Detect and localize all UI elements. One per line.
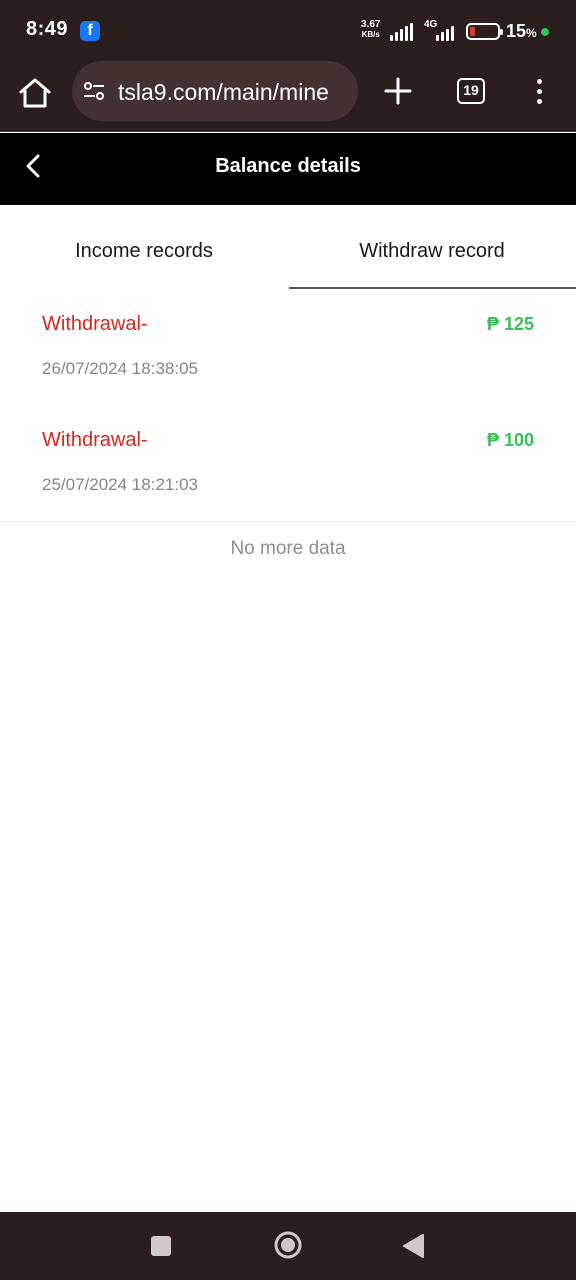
facebook-notification-icon: f (80, 21, 100, 41)
record-label: Withdrawal- (42, 313, 148, 335)
network-speed: 3.67 KB/s (361, 20, 380, 40)
record-time: 25/07/2024 18:21:03 (42, 475, 198, 494)
address-bar[interactable]: tsla9.com/main/mine (72, 61, 358, 121)
back-arrow-icon[interactable] (16, 149, 52, 185)
home-circle-icon[interactable] (273, 1230, 303, 1260)
signal-icon (390, 23, 416, 41)
status-time: 8:49 (26, 18, 69, 40)
tab-switcher-button[interactable]: 19 (457, 78, 485, 104)
list-item[interactable]: Withdrawal- ₱ 100 25/07/2024 18:21:03 (0, 405, 576, 522)
battery-icon (466, 23, 503, 40)
record-amount: ₱ 100 (486, 430, 534, 450)
app-header: Balance details (0, 133, 576, 205)
network-speed-unit: KB/s (361, 30, 380, 39)
screen: 8:49 f 3.67 KB/s 4G 15% tsla9.com/main/m… (0, 0, 576, 1280)
status-bar: 8:49 f 3.67 KB/s 4G 15% (0, 0, 576, 52)
page-title: Balance details (215, 155, 361, 177)
network-speed-value: 3.67 (361, 19, 381, 30)
battery-percent: 15% (506, 21, 537, 41)
system-navigation-bar (0, 1212, 576, 1280)
record-label: Withdrawal- (42, 429, 148, 451)
privacy-indicator-dot (541, 28, 549, 36)
site-settings-icon[interactable] (82, 79, 106, 103)
record-tabs: Income records Withdraw record (0, 205, 576, 289)
recent-apps-icon[interactable] (151, 1236, 171, 1256)
list-item[interactable]: Withdrawal- ₱ 125 26/07/2024 18:38:05 (0, 289, 576, 406)
battery-level (470, 27, 475, 36)
more-options-icon[interactable] (530, 78, 550, 106)
home-icon[interactable] (16, 74, 54, 112)
url-text[interactable]: tsla9.com/main/mine (118, 77, 350, 107)
browser-toolbar: tsla9.com/main/mine 19 (0, 52, 576, 132)
record-time: 26/07/2024 18:38:05 (42, 359, 198, 378)
back-triangle-icon[interactable] (401, 1233, 425, 1259)
no-more-data-text: No more data (230, 538, 346, 559)
plus-icon[interactable] (383, 76, 413, 106)
tab-income-records[interactable]: Income records (0, 205, 288, 289)
tab-withdraw-record[interactable]: Withdraw record (288, 205, 576, 289)
record-amount: ₱ 125 (486, 314, 534, 334)
signal-icon-secondary (436, 23, 462, 41)
